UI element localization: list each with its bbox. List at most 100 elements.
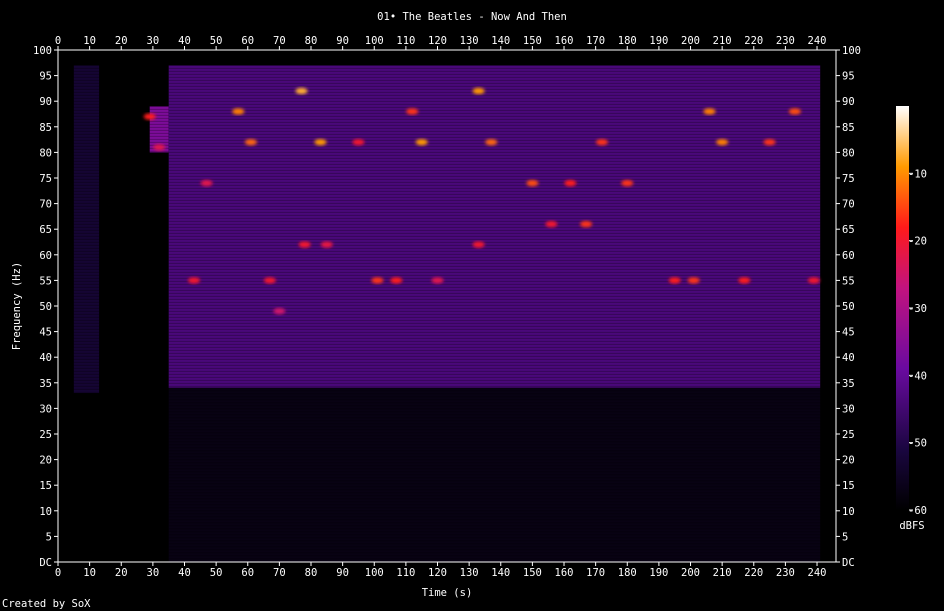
y-tick-label-left: 5: [46, 531, 52, 543]
x-tick-label-top: 150: [523, 35, 542, 47]
y-tick-label-left: 20: [39, 455, 52, 467]
y-axis-label: Frequency (Hz): [11, 262, 23, 351]
colorbar-tick-label: -50: [908, 438, 927, 450]
x-tick-label-bottom: 170: [586, 567, 605, 579]
y-tick-label-left: 95: [39, 71, 52, 83]
y-tick-label-left: 100: [33, 45, 52, 57]
x-tick-label-bottom: 90: [336, 567, 349, 579]
y-tick-label-left: 45: [39, 327, 52, 339]
y-tick-label-right: 75: [842, 173, 855, 185]
x-tick-label-bottom: 150: [523, 567, 542, 579]
colorbar-ticks: -10 -20 -30 -40 -50 -60: [908, 168, 927, 517]
colorbar-tick-label: -60: [908, 505, 927, 517]
x-tick-label-bottom: 60: [241, 567, 254, 579]
y-tick-label-right: 100: [842, 45, 861, 57]
y-tick-label-left: 40: [39, 352, 52, 364]
x-tick-label-top: 180: [618, 35, 637, 47]
spectrogram-hotspot-0: [143, 113, 156, 120]
y-tick-label-right: 80: [842, 147, 855, 159]
y-tick-label-right: DC: [842, 557, 855, 569]
x-tick-label-top: 90: [336, 35, 349, 47]
y-tick-label-right: 60: [842, 250, 855, 262]
x-tick-label-bottom: 200: [681, 567, 700, 579]
x-tick-label-top: 70: [273, 35, 286, 47]
x-tick-label-bottom: 190: [649, 567, 668, 579]
spectrogram-hotspot-15: [406, 108, 419, 115]
y-tick-label-left: 35: [39, 378, 52, 390]
x-tick-label-bottom: 20: [115, 567, 128, 579]
x-tick-label-bottom: 10: [83, 567, 96, 579]
y-tick-label-right: 15: [842, 480, 855, 492]
spectrogram-hotspot-32: [763, 138, 776, 146]
y-tick-label-right: 25: [842, 429, 855, 441]
x-tick-label-top: 130: [460, 35, 479, 47]
y-tick-label-right: 65: [842, 224, 855, 236]
x-tick-label-bottom: 180: [618, 567, 637, 579]
x-tick-label-top: 10: [83, 35, 96, 47]
x-tick-label-top: 30: [147, 35, 160, 47]
y-tick-label-right: 45: [842, 327, 855, 339]
y-tick-label-right: 50: [842, 301, 855, 313]
y-tick-label-left: 15: [39, 480, 52, 492]
x-tick-label-top: 60: [241, 35, 254, 47]
y-tick-label-left: 10: [39, 506, 52, 518]
x-tick-label-top: 190: [649, 35, 668, 47]
x-tick-label-top: 100: [365, 35, 384, 47]
y-tick-label-right: 90: [842, 96, 855, 108]
y-tick-label-right: 85: [842, 122, 855, 134]
y-tick-label-right: 30: [842, 403, 855, 415]
y-tick-label-right: 20: [842, 455, 855, 467]
x-tick-label-top: 80: [305, 35, 318, 47]
x-tick-label-top: 200: [681, 35, 700, 47]
x-tick-label-top: 40: [178, 35, 191, 47]
x-tick-label-bottom: 160: [555, 567, 574, 579]
y-tick-label-right: 35: [842, 378, 855, 390]
spectrogram-hotspot-25: [595, 138, 608, 146]
spectrogram-hotspot-26: [621, 179, 634, 187]
x-tick-label-bottom: 0: [55, 567, 61, 579]
spectrogram-hotspot-3: [187, 277, 200, 284]
y-tick-label-left: 25: [39, 429, 52, 441]
colorbar-tick-label: -40: [908, 370, 927, 382]
x-tick-label-top: 220: [744, 35, 763, 47]
x-axis-label: Time (s): [422, 587, 473, 599]
colorbar: -10 -20 -30 -40 -50 -60 dBFS: [896, 106, 927, 532]
spectrogram-hotspot-13: [371, 277, 384, 284]
spectrogram-hotspot-8: [295, 87, 308, 95]
x-tick-label-top: 160: [555, 35, 574, 47]
spectrogram-hotspot-28: [687, 277, 700, 284]
x-tick-label-bottom: 230: [776, 567, 795, 579]
x-tick-label-bottom: 40: [178, 567, 191, 579]
spectrogram-hotspot-30: [716, 138, 729, 146]
y-tick-label-left: 50: [39, 301, 52, 313]
spectrogram-hotspot-2: [200, 179, 213, 187]
colorbar-tick-label: -30: [908, 303, 927, 315]
spectrogram-hotspot-31: [738, 277, 751, 284]
y-tick-label-right: 40: [842, 352, 855, 364]
spectrogram-hotspot-18: [472, 87, 485, 95]
x-tick-label-bottom: 130: [460, 567, 479, 579]
x-tick-label-bottom: 100: [365, 567, 384, 579]
y-tick-label-left: 90: [39, 96, 52, 108]
y-tick-label-left: 65: [39, 224, 52, 236]
spectrogram-hotspot-19: [485, 138, 498, 146]
x-tick-label-bottom: 220: [744, 567, 763, 579]
y-tick-label-left: 70: [39, 199, 52, 211]
footer-credit: Created by SoX: [2, 598, 91, 610]
spectrogram-bands: [73, 64, 821, 562]
spectrogram-hotspot-6: [263, 277, 276, 284]
y-tick-label-left: 85: [39, 122, 52, 134]
y-tick-label-left: 80: [39, 147, 52, 159]
spectrogram-hotspot-29: [703, 108, 716, 115]
spectrogram-hotspot-33: [788, 108, 801, 115]
x-tick-label-bottom: 50: [210, 567, 223, 579]
x-tick-label-bottom: 30: [147, 567, 160, 579]
spectrogram-hotspot-11: [320, 241, 333, 248]
y-tick-label-left: DC: [39, 557, 52, 569]
x-tick-label-bottom: 110: [396, 567, 415, 579]
spectrogram-hotspot-20: [472, 241, 485, 248]
spectrogram-hotspot-34: [807, 277, 820, 284]
x-tick-label-bottom: 70: [273, 567, 286, 579]
y-tick-label-right: 10: [842, 506, 855, 518]
spectrogram-hotspot-22: [545, 220, 558, 228]
